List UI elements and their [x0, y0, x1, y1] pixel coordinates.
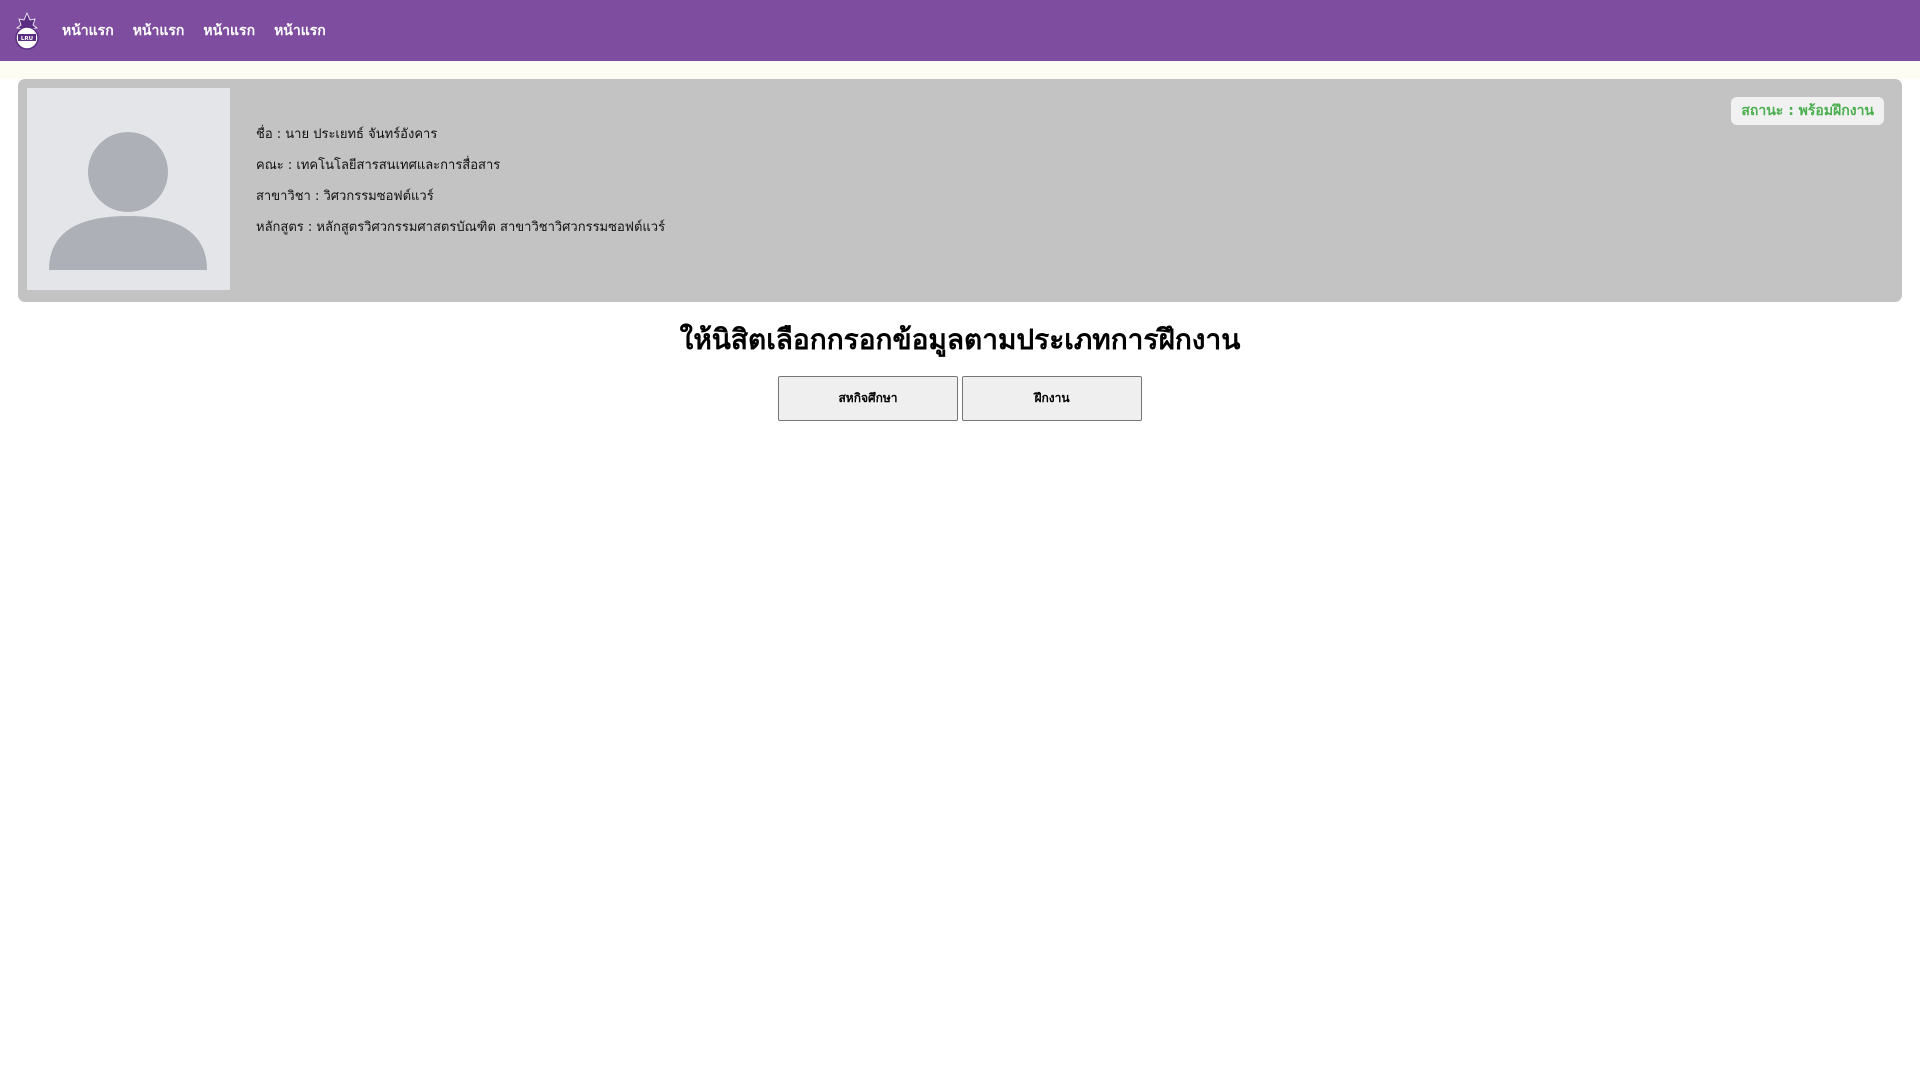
nav-item-home-1[interactable]: หน้าแรก — [62, 20, 114, 42]
nav-item-home-4[interactable]: หน้าแรก — [274, 20, 326, 42]
nav-item-home-3[interactable]: หน้าแรก — [203, 20, 255, 42]
nav-divider-strip — [0, 61, 1920, 79]
student-major: สาขาวิชา : วิศวกรรมซอฟต์แวร์ — [256, 189, 434, 204]
student-name: ชื่อ : นาย ประเยทธ์ จันทร์อังคาร — [256, 127, 438, 142]
profile-card: ชื่อ : นาย ประเยทธ์ จันทร์อังคาร คณะ : เ… — [18, 79, 1902, 302]
university-logo-icon: LRU — [15, 11, 39, 50]
internship-button[interactable]: ฝึกงาน — [962, 376, 1142, 421]
user-avatar-icon — [49, 132, 207, 270]
internship-type-buttons: สหกิจศึกษา ฝึกงาน — [778, 376, 1142, 421]
student-curriculum: หลักสูตร : หลักสูตรวิศวกรรมศาสตรบัณฑิต ส… — [256, 220, 666, 235]
logo-text: LRU — [21, 36, 33, 42]
student-faculty: คณะ : เทคโนโลยีสารสนเทศและการสื่อสาร — [256, 158, 501, 173]
student-info: ชื่อ : นาย ประเยทธ์ จันทร์อังคาร คณะ : เ… — [256, 119, 665, 243]
top-navbar: LRU หน้าแรก หน้าแรก หน้าแรก หน้าแรก — [0, 0, 1920, 61]
status-badge: สถานะ : พร้อมฝึกงาน — [1731, 97, 1884, 125]
page-title: ให้นิสิตเลือกกรอกข้อมูลตามประเภทการฝึกงา… — [679, 323, 1241, 356]
university-logo[interactable]: LRU — [10, 11, 44, 51]
avatar — [27, 88, 230, 290]
coop-education-button[interactable]: สหกิจศึกษา — [778, 376, 958, 421]
nav-item-home-2[interactable]: หน้าแรก — [133, 20, 185, 42]
